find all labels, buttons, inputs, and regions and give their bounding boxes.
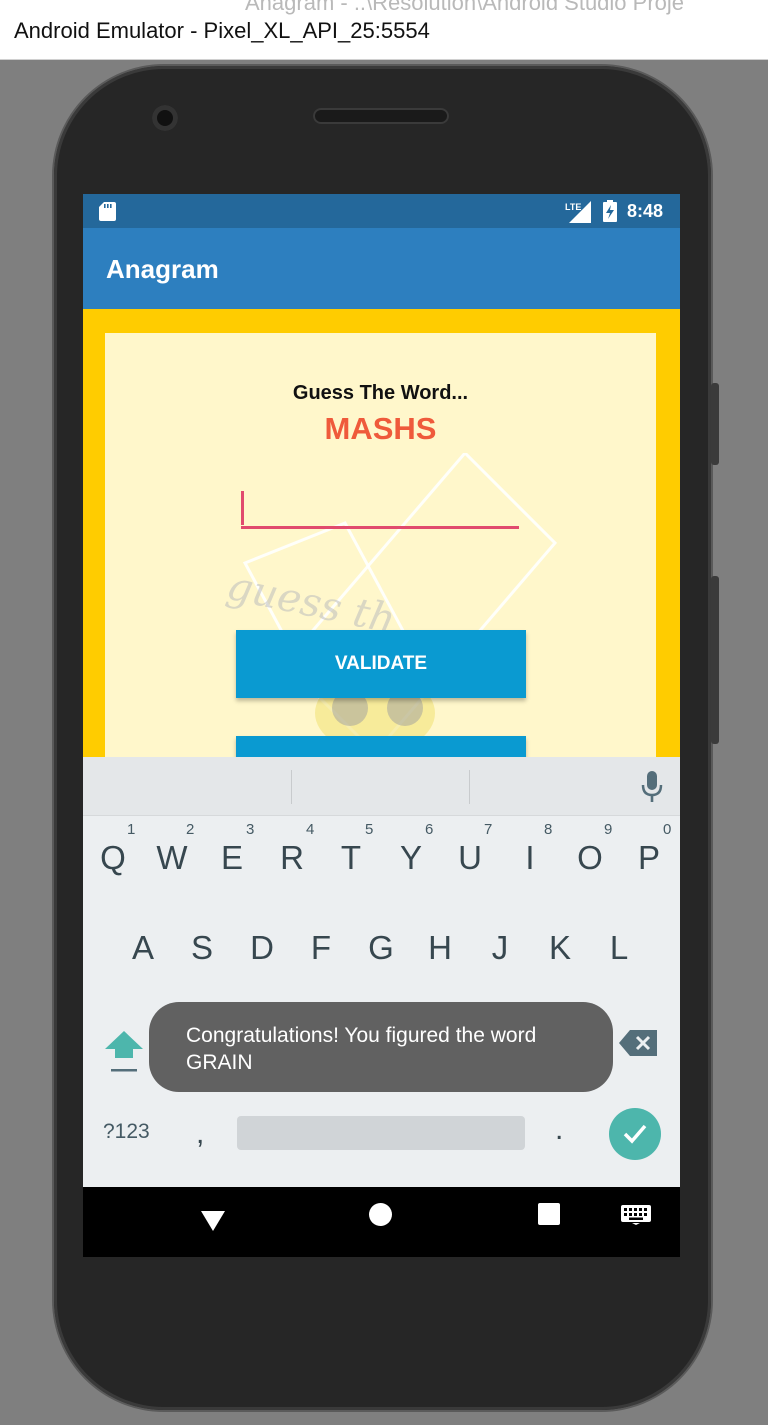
- key-l[interactable]: L: [595, 929, 643, 967]
- soft-keyboard: Q W E R T Y U I O P 1 2 3 4 5 6 7 8 9 0 …: [83, 757, 680, 1187]
- key-k[interactable]: K: [536, 929, 584, 967]
- comma-key[interactable]: ,: [196, 1117, 204, 1151]
- key-o[interactable]: O: [566, 839, 614, 877]
- key-h[interactable]: H: [416, 929, 464, 967]
- key-y[interactable]: Y: [387, 839, 435, 877]
- lte-signal-icon: LTE: [565, 201, 591, 223]
- key-e[interactable]: E: [208, 839, 256, 877]
- key-hint: 2: [186, 821, 195, 838]
- enter-key[interactable]: [609, 1108, 661, 1160]
- keyboard-switch-icon[interactable]: [621, 1205, 651, 1225]
- symbols-key[interactable]: ?123: [103, 1120, 150, 1144]
- key-hint: 7: [484, 821, 493, 838]
- suggestion-divider: [469, 770, 470, 804]
- checkmark-icon: [623, 1124, 647, 1144]
- key-hint: 5: [365, 821, 374, 838]
- earpiece-speaker: [313, 108, 449, 124]
- answer-input[interactable]: [241, 491, 519, 529]
- key-hint: 4: [306, 821, 315, 838]
- key-hint: 9: [604, 821, 613, 838]
- app-bar: Anagram: [83, 228, 680, 309]
- key-a[interactable]: A: [119, 929, 167, 967]
- background-window-title: Anagram - ..\Resolution\Android Studio P…: [245, 0, 685, 15]
- front-camera: [152, 105, 178, 131]
- key-d[interactable]: D: [238, 929, 286, 967]
- key-i[interactable]: I: [506, 839, 554, 877]
- microphone-icon[interactable]: [641, 771, 663, 803]
- key-j[interactable]: J: [476, 929, 524, 967]
- key-g[interactable]: G: [357, 929, 405, 967]
- key-f[interactable]: F: [297, 929, 345, 967]
- app-title: Anagram: [106, 254, 219, 284]
- nav-home-icon[interactable]: [369, 1203, 392, 1226]
- shift-key-icon[interactable]: [105, 1027, 143, 1073]
- period-key[interactable]: .: [555, 1113, 563, 1147]
- nav-back-icon[interactable]: [201, 1211, 225, 1231]
- game-card: guess th Guess The Word... MASHS VALIDAT…: [105, 333, 656, 804]
- sd-card-icon: [99, 202, 116, 221]
- scrambled-word: MASHS: [324, 411, 437, 446]
- key-u[interactable]: U: [446, 839, 494, 877]
- toast-text: Congratulations! You figured the word GR…: [186, 1024, 537, 1074]
- key-hint: 0: [663, 821, 672, 838]
- space-key[interactable]: [237, 1116, 525, 1150]
- device-screen: LTE 8:48 Anagram guess th Guess The Word…: [83, 194, 680, 1257]
- key-p[interactable]: P: [625, 839, 673, 877]
- battery-charging-icon: [603, 200, 617, 222]
- text-caret: [241, 491, 244, 525]
- volume-button[interactable]: [711, 576, 719, 744]
- key-w[interactable]: W: [148, 839, 196, 877]
- navigation-bar: [83, 1187, 680, 1257]
- key-r[interactable]: R: [268, 839, 316, 877]
- key-q[interactable]: Q: [89, 839, 137, 877]
- suggestion-divider: [291, 770, 292, 804]
- emulator-title-bar: Anagram - ..\Resolution\Android Studio P…: [0, 0, 768, 60]
- power-button[interactable]: [711, 383, 719, 465]
- status-bar: LTE 8:48: [83, 194, 680, 228]
- key-hint: 6: [425, 821, 434, 838]
- window-title: Android Emulator - Pixel_XL_API_25:5554: [14, 18, 430, 43]
- svg-text:LTE: LTE: [565, 202, 581, 212]
- nav-recents-icon[interactable]: [538, 1203, 560, 1225]
- suggestion-strip: [83, 757, 680, 816]
- key-hint: 8: [544, 821, 553, 838]
- validate-button[interactable]: VALIDATE: [236, 630, 526, 698]
- guess-prompt: Guess The Word...: [292, 382, 469, 404]
- toast-message: Congratulations! You figured the word GR…: [149, 1002, 613, 1092]
- status-time: 8:48: [627, 201, 664, 221]
- key-t[interactable]: T: [327, 839, 375, 877]
- backspace-icon[interactable]: [619, 1030, 657, 1056]
- key-hint: 1: [127, 821, 136, 838]
- key-s[interactable]: S: [178, 929, 226, 967]
- key-hint: 3: [246, 821, 255, 838]
